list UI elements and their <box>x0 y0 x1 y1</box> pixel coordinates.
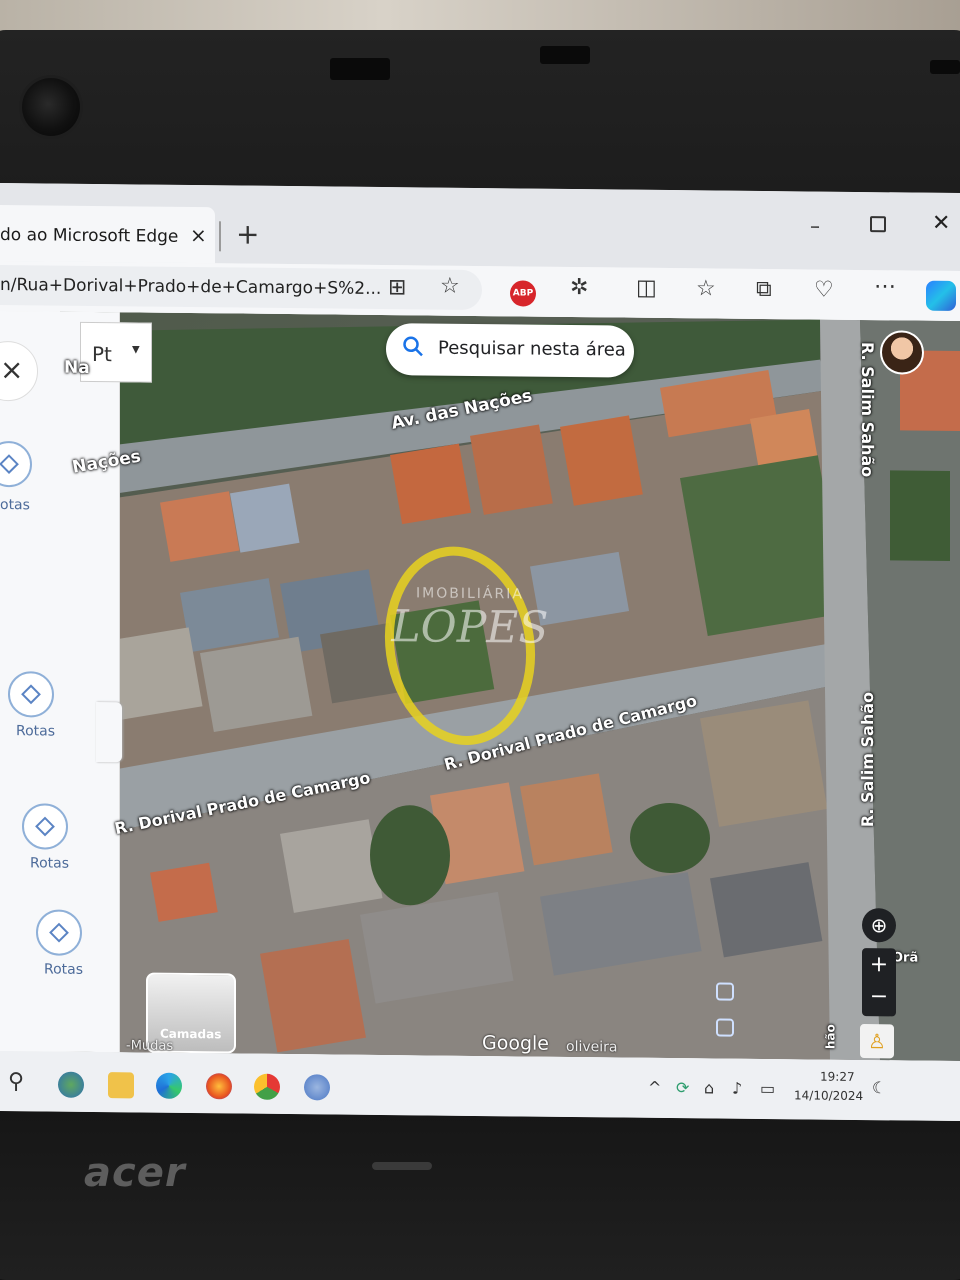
panel-collapse-button[interactable] <box>96 702 122 763</box>
window-close-button[interactable]: ✕ <box>932 211 950 236</box>
transit-icon <box>716 982 734 1001</box>
zoom-out-button[interactable]: − <box>862 982 896 1016</box>
laptop-screen: do ao Microsoft Edge × + – ✕ n/Rua+Doriv… <box>0 183 960 1122</box>
zoom-in-button[interactable]: + <box>862 948 896 982</box>
minimize-button[interactable]: – <box>810 213 820 237</box>
search-this-area-label[interactable]: Pesquisar nesta área <box>438 338 626 361</box>
route-label[interactable]: Rotas <box>30 855 69 871</box>
status-led <box>372 1162 432 1170</box>
network-icon[interactable]: ⌂ <box>704 1078 714 1097</box>
route-label[interactable]: otas <box>0 497 30 513</box>
chevron-down-icon[interactable]: ▼ <box>132 344 140 355</box>
satellite-map[interactable] <box>60 311 960 1062</box>
bezel-notch <box>540 46 590 64</box>
satellite-imagery <box>60 311 960 1062</box>
street-label: Na <box>64 357 90 378</box>
split-screen-icon[interactable]: ◫ <box>636 276 657 301</box>
my-location-button[interactable]: ⊕ <box>862 908 896 943</box>
firefox-icon[interactable] <box>206 1073 232 1100</box>
zoom-control: + − <box>862 948 896 1017</box>
edge-icon[interactable] <box>156 1072 182 1099</box>
google-attribution: Google <box>482 1032 550 1055</box>
bezel-notch <box>930 60 960 74</box>
watermark: IMOBILIÁRIA LOPES <box>350 585 590 668</box>
taskbar-time[interactable]: 19:27 <box>820 1070 855 1084</box>
copilot-icon[interactable] <box>926 280 956 312</box>
street-label: R. Salim Sahão <box>858 341 878 478</box>
route-icon[interactable] <box>8 671 54 718</box>
app-grid-icon[interactable]: ⊞ <box>388 275 406 300</box>
settings-icon[interactable] <box>304 1074 330 1101</box>
webcam-icon <box>22 78 80 136</box>
close-icon[interactable]: × <box>0 353 23 386</box>
new-tab-button[interactable]: + <box>236 217 259 250</box>
transit-icon <box>716 1018 734 1037</box>
route-label[interactable]: Rotas <box>44 961 83 977</box>
windows-taskbar <box>0 1051 960 1122</box>
watermark-line2: LOPES <box>391 601 549 654</box>
laptop-photo: do ao Microsoft Edge × + – ✕ n/Rua+Doriv… <box>0 0 960 1280</box>
address-url[interactable]: n/Rua+Dorival+Prado+de+Camargo+S%2... <box>0 275 381 299</box>
tab-close-button[interactable]: × <box>190 223 207 247</box>
collections-icon[interactable]: ⧉ <box>756 277 772 302</box>
crosshair-icon: ⊕ <box>870 913 888 938</box>
taskbar-date[interactable]: 14/10/2024 <box>794 1088 863 1103</box>
sync-icon[interactable]: ⟳ <box>676 1078 689 1097</box>
volume-icon[interactable]: ♪ <box>732 1079 742 1098</box>
map-area[interactable]: IMOBILIÁRIA LOPES × otas Rotas Rotas Rot… <box>0 311 960 1062</box>
file-explorer-icon[interactable] <box>108 1072 134 1099</box>
language-label[interactable]: Pt <box>92 342 112 366</box>
more-menu-icon[interactable]: ⋯ <box>874 274 896 299</box>
extensions-icon[interactable]: ✲ <box>570 275 588 300</box>
avatar[interactable] <box>880 330 924 375</box>
maximize-button[interactable] <box>870 216 886 233</box>
street-label: R. Salim Sahão <box>858 691 878 828</box>
laptop-brand-logo: acer <box>84 1150 186 1196</box>
route-label[interactable]: Rotas <box>16 723 55 739</box>
pegman-icon[interactable]: ♙ <box>860 1024 894 1059</box>
browser-essentials-icon[interactable]: ♡ <box>814 278 834 303</box>
tab-title: do ao Microsoft Edge <box>0 225 179 247</box>
widgets-icon[interactable] <box>58 1071 84 1098</box>
search-icon[interactable]: ⚲ <box>8 1069 24 1094</box>
search-icon <box>403 336 423 357</box>
route-icon[interactable] <box>22 803 68 850</box>
favorite-star-icon[interactable]: ☆ <box>440 274 460 299</box>
adblock-extension-icon[interactable]: ABP <box>510 280 536 307</box>
attribution-suffix: oliveira <box>566 1038 618 1056</box>
chevron-up-icon[interactable]: ^ <box>648 1078 661 1097</box>
edge-label: hão <box>823 1024 838 1050</box>
bezel-notch <box>330 58 390 80</box>
moon-icon[interactable]: ☾ <box>872 1078 886 1097</box>
route-icon[interactable] <box>36 909 82 956</box>
language-button[interactable] <box>80 321 152 383</box>
tab-separator <box>219 221 221 252</box>
battery-icon[interactable]: ▭ <box>760 1079 775 1098</box>
chrome-icon[interactable] <box>254 1073 280 1100</box>
favorites-icon[interactable]: ☆ <box>696 276 716 301</box>
